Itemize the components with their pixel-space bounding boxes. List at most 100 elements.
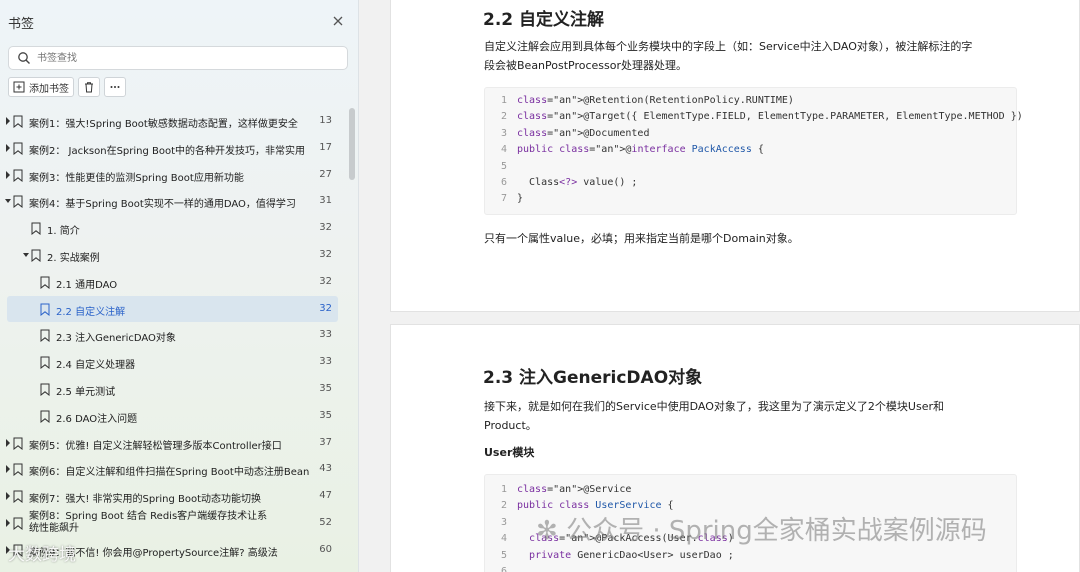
bookmark-page-number: 33 bbox=[319, 356, 332, 368]
bookmark-icon bbox=[13, 517, 23, 530]
bookmark-title: 2.5 单元测试 bbox=[56, 387, 116, 398]
bookmark-sidebar: 书签 添加书签 案例1：强大!Spring Boot敏感数 bbox=[0, 0, 359, 572]
bookmark-icon bbox=[13, 115, 23, 128]
trash-icon bbox=[85, 82, 93, 93]
more-icon bbox=[110, 86, 120, 88]
section-heading-2-2: 2.2 自定义注解 bbox=[483, 10, 605, 30]
bookmark-item[interactable]: 2.1 通用DAO 32 bbox=[7, 269, 338, 295]
bookmark-page-number: 43 bbox=[319, 463, 332, 475]
subheading-user-module: User模块 bbox=[484, 446, 535, 459]
code-line-number: 6 bbox=[500, 566, 507, 572]
bookmark-icon bbox=[40, 329, 50, 343]
bookmark-icon bbox=[13, 490, 23, 504]
section-heading-2-3: 2.3 注入GenericDAO对象 bbox=[483, 368, 703, 388]
bookmark-title: 2.3 注入GenericDAO对象 bbox=[56, 333, 176, 345]
add-bookmark-icon bbox=[13, 81, 25, 93]
bookmark-item[interactable]: 案例7：强大! 非常实用的Spring Boot动态功能切换 47 bbox=[5, 483, 338, 509]
bookmark-search-input[interactable] bbox=[37, 50, 337, 66]
bookmark-title: 2.6 DAO注入问题 bbox=[56, 413, 138, 425]
caret-down-icon[interactable] bbox=[23, 251, 29, 259]
code-line: class="an">@Retention(RetentionPolicy.RU… bbox=[517, 95, 794, 106]
bookmark-icon bbox=[31, 222, 41, 236]
watermark: ✻ 公众号 · Spring全家桶实战案例源码 bbox=[536, 510, 987, 547]
close-icon[interactable] bbox=[331, 14, 345, 28]
sidebar-scrollbar[interactable] bbox=[349, 108, 355, 180]
code-line: class="an">@Service bbox=[517, 484, 632, 495]
bookmark-item[interactable]: 案例4：基于Spring Boot实现不一样的通用DAO，值得学习 31 bbox=[5, 188, 338, 214]
bookmark-icon bbox=[40, 303, 50, 316]
bookmark-icon bbox=[40, 383, 50, 396]
section-paragraph-after: 只有一个属性value，必填；用来指定当前是哪个Domain对象。 bbox=[484, 232, 799, 245]
more-options-button[interactable] bbox=[104, 77, 126, 97]
paragraph-line: Product。 bbox=[484, 419, 537, 432]
code-line: class="an">@Documented bbox=[517, 127, 650, 139]
bookmark-item[interactable]: 2.5 单元测试 35 bbox=[7, 376, 338, 402]
caret-right-icon[interactable] bbox=[5, 143, 11, 152]
bookmark-page-number: 32 bbox=[319, 222, 332, 234]
bookmark-page-number: 35 bbox=[319, 409, 332, 421]
bookmark-icon bbox=[40, 276, 50, 289]
paragraph-line: 段会被BeanPostProcessor处理器处理。 bbox=[484, 59, 688, 72]
bookmark-item[interactable]: 2.3 注入GenericDAO对象 33 bbox=[7, 322, 338, 348]
paragraph-line: 接下来，就是如何在我们的Service中使用DAO对象了，我这里为了演示定义了2… bbox=[484, 400, 944, 413]
code-line-number: 3 bbox=[500, 127, 507, 139]
bookmark-title: 案例6：自定义注解和组件扫描在Spring Boot中动态注册Bean bbox=[29, 467, 310, 479]
code-line-number: 4 bbox=[500, 533, 507, 545]
watermark-text: 公众号 · Spring全家桶实战案例源码 bbox=[566, 516, 987, 546]
bookmark-item[interactable]: 1. 简介 32 bbox=[7, 215, 338, 241]
bookmark-item[interactable]: 2. 实战案例 32 bbox=[7, 242, 338, 268]
document-page: 2.2 自定义注解 自定义注解会应用到具体每个业务模块中的字段上（如：Servi… bbox=[390, 0, 1080, 312]
bookmark-page-number: 60 bbox=[319, 543, 332, 555]
bookmark-title: 2.4 自定义处理器 bbox=[56, 360, 136, 372]
bookmark-page-number: 32 bbox=[319, 249, 332, 260]
bookmark-item[interactable]: 案例1：强大!Spring Boot敏感数据动态配置，这样做更安全 13 bbox=[5, 108, 338, 134]
bookmark-item[interactable]: 案例2： Jackson在Spring Boot中的各种开发技巧，非常实用 17 bbox=[5, 135, 338, 161]
bookmark-item[interactable]: 案例6：自定义注解和组件扫描在Spring Boot中动态注册Bean 43 bbox=[5, 456, 338, 482]
watermark-secondary: 大数跨境 bbox=[8, 545, 76, 565]
bookmark-item[interactable]: 案例3：性能更佳的监测Spring Boot应用新功能 27 bbox=[5, 162, 338, 188]
caret-down-icon[interactable] bbox=[5, 197, 11, 205]
sidebar-title: 书签 bbox=[8, 17, 35, 32]
add-bookmark-label: 添加书签 bbox=[29, 83, 69, 95]
bookmark-title: 案例3：性能更佳的监测Spring Boot应用新功能 bbox=[29, 172, 244, 184]
caret-right-icon[interactable] bbox=[5, 170, 11, 179]
bookmark-title: 案例4：基于Spring Boot实现不一样的通用DAO，值得学习 bbox=[29, 199, 296, 211]
caret-right-icon[interactable] bbox=[5, 492, 11, 501]
bookmark-icon bbox=[13, 142, 23, 155]
code-line: private GenericDao<User> userDao ; bbox=[529, 549, 734, 561]
bookmark-title: 2.2 自定义注解 bbox=[56, 306, 126, 318]
code-line-number: 1 bbox=[500, 484, 507, 495]
bookmark-page-number: 37 bbox=[319, 436, 332, 448]
bookmark-icon bbox=[40, 356, 50, 370]
wechat-icon: ✻ bbox=[536, 516, 558, 546]
bookmark-title: 案例8：Spring Boot 结合 Redis客户端缓存技术让系统性能飙升 bbox=[29, 511, 268, 534]
bookmark-title: 案例7：强大! 非常实用的Spring Boot动态功能切换 bbox=[29, 494, 262, 506]
caret-right-icon[interactable] bbox=[5, 438, 11, 447]
delete-bookmark-button[interactable] bbox=[78, 77, 100, 97]
caret-right-icon[interactable] bbox=[5, 519, 11, 527]
code-line-number: 7 bbox=[500, 193, 507, 205]
bookmark-item[interactable]: 案例5：优雅! 自定义注解轻松管理多版本Controller接口 37 bbox=[5, 430, 338, 456]
bookmark-page-number: 47 bbox=[319, 490, 332, 502]
bookmark-item[interactable]: 2.4 自定义处理器 33 bbox=[7, 349, 338, 375]
bookmark-item[interactable]: 2.6 DAO注入问题 35 bbox=[7, 403, 338, 429]
bookmark-title: 1. 简介 bbox=[47, 226, 80, 238]
caret-right-icon[interactable] bbox=[5, 117, 11, 125]
bookmark-item[interactable]: 案例8：Spring Boot 结合 Redis客户端缓存技术让系统性能飙升 52 bbox=[5, 510, 338, 536]
bookmark-page-number: 31 bbox=[319, 195, 332, 207]
code-line-number: 2 bbox=[500, 500, 507, 512]
bookmark-icon bbox=[13, 195, 23, 209]
code-block: 1 class="an">@Retention(RetentionPolicy.R… bbox=[484, 87, 1023, 215]
bookmark-page-number: 52 bbox=[319, 517, 332, 528]
bookmark-page-number: 33 bbox=[319, 329, 332, 341]
bookmark-page-number: 35 bbox=[319, 383, 332, 394]
bookmark-item[interactable]: 2.2 自定义注解 32 bbox=[7, 295, 338, 322]
paragraph-line: 自定义注解会应用到具体每个业务模块中的字段上（如：Service中注入DAO对象… bbox=[484, 40, 973, 53]
code-line-number: 4 bbox=[500, 144, 507, 156]
add-bookmark-button[interactable]: 添加书签 bbox=[8, 77, 74, 97]
bookmark-page-number: 13 bbox=[319, 115, 332, 126]
code-line-number: 3 bbox=[500, 516, 507, 528]
bookmark-search-box[interactable] bbox=[8, 46, 348, 70]
caret-right-icon[interactable] bbox=[5, 465, 11, 474]
section-paragraph: 接下来，就是如何在我们的Service中使用DAO对象了，我这里为了演示定义了2… bbox=[484, 397, 1044, 435]
